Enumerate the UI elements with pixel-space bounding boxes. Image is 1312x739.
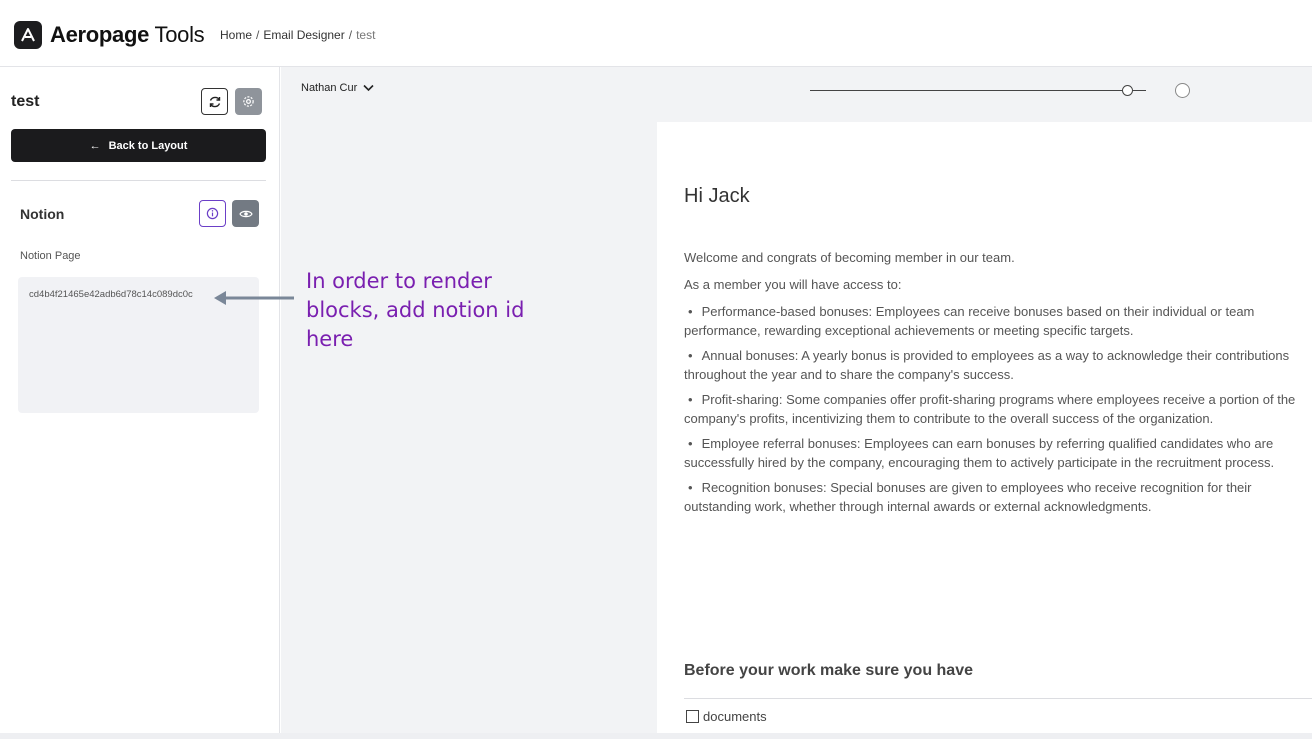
back-to-layout-button[interactable]: ← Back to Layout — [11, 129, 266, 162]
arrow-left-icon: ← — [89, 139, 101, 152]
list-item: Performance-based bonuses: Employees can… — [684, 302, 1312, 340]
list-item: Profit-sharing: Some companies offer pro… — [684, 390, 1312, 428]
sidebar-divider — [11, 180, 266, 181]
checkbox[interactable] — [686, 710, 699, 723]
app-logo[interactable]: Aeropage Tools — [14, 21, 205, 49]
checklist-item[interactable]: documents — [686, 709, 767, 724]
checklist-label: documents — [703, 709, 767, 724]
refresh-button[interactable] — [201, 88, 228, 115]
breadcrumb-current: test — [356, 28, 376, 42]
list-item: Annual bonuses: A yearly bonus is provid… — [684, 346, 1312, 384]
breadcrumb-home[interactable]: Home — [220, 28, 252, 42]
notion-page-label: Notion Page — [20, 250, 81, 262]
email-welcome-text: Welcome and congrats of becoming member … — [684, 250, 1015, 265]
info-icon — [206, 207, 219, 220]
template-title: test — [11, 93, 40, 110]
bonus-list: Performance-based bonuses: Employees can… — [684, 302, 1312, 522]
notion-section-title: Notion — [20, 206, 65, 222]
top-header: Aeropage Tools Home / Email Designer / test — [0, 0, 1312, 67]
preview-button[interactable] — [232, 200, 259, 227]
email-preview: Hi Jack Welcome and congrats of becoming… — [657, 122, 1312, 733]
email-greeting: Hi Jack — [684, 185, 750, 207]
zoom-slider-handle[interactable] — [1122, 85, 1133, 96]
user-select-label: Nathan Cur — [301, 82, 358, 94]
annotation-arrow-icon — [214, 291, 294, 305]
before-work-heading: Before your work make sure you have — [684, 662, 973, 679]
eye-icon — [238, 210, 253, 217]
info-button[interactable] — [199, 200, 226, 227]
gear-icon — [243, 96, 254, 107]
user-select[interactable]: Nathan Cur — [301, 82, 374, 94]
bottom-scrollbar[interactable] — [0, 733, 1312, 739]
main-canvas: Nathan Cur Hi Jack Welcome and congrats … — [281, 67, 1312, 733]
notion-id-input[interactable] — [29, 289, 234, 300]
chevron-down-icon — [363, 84, 374, 92]
email-access-text: As a member you will have access to: — [684, 277, 902, 292]
zoom-toggle[interactable] — [1175, 83, 1190, 98]
logo-text: Aeropage Tools — [50, 22, 205, 47]
list-item: Recognition bonuses: Special bonuses are… — [684, 478, 1312, 516]
settings-button[interactable] — [235, 88, 262, 115]
refresh-icon — [209, 96, 220, 107]
sidebar: test ← Back to Layout Notion Notion Page — [0, 67, 280, 739]
breadcrumb: Home / Email Designer / test — [220, 28, 376, 42]
aeropage-logo-icon — [14, 21, 42, 49]
annotation-callout: In order to render blocks, add notion id… — [306, 269, 525, 351]
heading-divider — [684, 698, 1312, 699]
list-item: Employee referral bonuses: Employees can… — [684, 434, 1312, 472]
breadcrumb-email-designer[interactable]: Email Designer — [263, 28, 344, 42]
zoom-slider-track[interactable] — [810, 90, 1146, 91]
